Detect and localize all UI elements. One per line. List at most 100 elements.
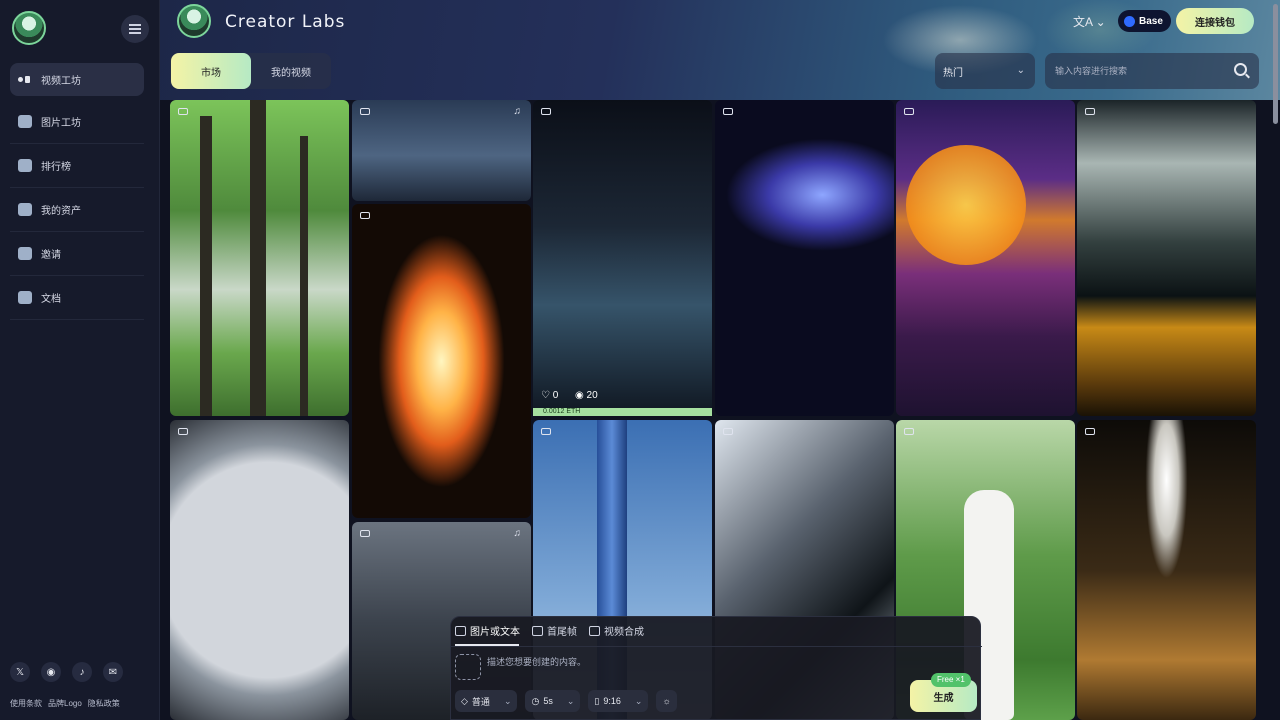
upload-image-icon[interactable] [455, 654, 481, 680]
composer-tabs: 图片或文本 首尾帧 视频合成 [455, 623, 644, 638]
main-content: Creator Labs 文A ⌄ Base 连接钱包 市场 我的视频 热门 ⌄… [160, 0, 1280, 720]
duration-select[interactable]: ◷ 5s ⌄ [525, 690, 581, 712]
media-card[interactable]: ♫ [352, 100, 531, 201]
tab-market[interactable]: 市场 [171, 53, 251, 89]
frames-icon [532, 625, 543, 636]
language-icon[interactable]: 文A ⌄ [1073, 13, 1106, 30]
video-studio-icon [18, 73, 32, 86]
video-icon [178, 108, 188, 115]
media-card[interactable] [1077, 100, 1256, 416]
image-icon [455, 625, 466, 636]
terms-link[interactable]: 使用条款 [10, 698, 42, 709]
sidebar-item-video-studio[interactable]: 视频工坊 [10, 63, 144, 96]
x-icon[interactable]: 𝕏 [10, 662, 30, 682]
idea-button[interactable]: ☼ [656, 690, 677, 712]
prompt-input[interactable] [487, 657, 867, 667]
privacy-link[interactable]: 隐私政策 [88, 698, 120, 709]
media-card[interactable] [896, 100, 1075, 416]
sidebar-item-assets[interactable]: 我的资产 [10, 188, 144, 232]
connect-wallet-button[interactable]: 连接钱包 [1176, 8, 1254, 34]
chevron-down-icon: ⌄ [503, 695, 512, 706]
sidebar-item-docs[interactable]: 文档 [10, 276, 144, 320]
card-stats: ♡ 0 ◉ 20 0.0012 ETH [533, 386, 712, 416]
sidebar-item-invite[interactable]: 邀请 [10, 232, 144, 276]
chevron-down-icon: ⌄ [566, 695, 575, 706]
music-icon: ♫ [513, 528, 522, 539]
network-label: Base [1139, 15, 1163, 27]
tree-trunk [300, 136, 308, 416]
app-title: Creator Labs [225, 12, 346, 32]
likes-count[interactable]: ♡ 0 [541, 390, 558, 401]
price-tag: 0.0012 ETH [533, 408, 712, 416]
tiktok-icon[interactable]: ♪ [72, 662, 92, 682]
video-icon [723, 108, 733, 115]
sort-value: 热门 [943, 67, 963, 79]
collapse-sidebar-button[interactable] [121, 15, 149, 43]
sidebar: 视频工坊 图片工坊 排行榜 我的资产 邀请 文档 𝕏 ◉ ♪ ✉ 使用条款 品牌… [0, 0, 160, 720]
media-card[interactable] [170, 420, 349, 720]
ratio-value: 9:16 [603, 696, 621, 706]
quality-select[interactable]: ◇ 普通 ⌄ [455, 690, 518, 712]
sidebar-item-label: 视频工坊 [41, 76, 81, 87]
prompt-composer: 图片或文本 首尾帧 视频合成 ◇普通⌄ ◷5s⌄ ▯9:16⌄ ☼ 生成 Fre… [450, 616, 982, 720]
video-icon [904, 108, 914, 115]
video-icon [541, 108, 551, 115]
composer-options: ◇ 普通 ⌄ ◷ 5s ⌄ ▯ 9:16 ⌄ ☼ [455, 690, 677, 712]
search-box [1045, 53, 1259, 89]
header: Creator Labs 文A ⌄ Base 连接钱包 [160, 0, 1280, 44]
tab-video-merge[interactable]: 视频合成 [589, 623, 644, 638]
base-logo-icon [1124, 15, 1135, 27]
media-card[interactable] [715, 100, 894, 416]
mail-icon[interactable]: ✉ [103, 662, 123, 682]
divider [451, 646, 982, 647]
app-root: 视频工坊 图片工坊 排行榜 我的资产 邀请 文档 𝕏 ◉ ♪ ✉ 使用条款 品牌… [0, 0, 1280, 720]
sidebar-item-image-studio[interactable]: 图片工坊 [10, 100, 144, 144]
footer-links: 使用条款 品牌Logo 隐私政策 [10, 698, 120, 709]
media-card[interactable] [533, 100, 712, 416]
ranking-icon [18, 159, 32, 172]
clock-icon: ◷ [531, 695, 540, 706]
video-icon [1085, 428, 1095, 435]
scrollbar[interactable] [1273, 4, 1278, 124]
tab-image-or-text[interactable]: 图片或文本 [455, 623, 520, 638]
video-icon [178, 428, 188, 435]
video-icon [1085, 108, 1095, 115]
likes-value: 0 [552, 390, 559, 401]
search-input[interactable] [1055, 66, 1225, 76]
view-tabs: 市场 我的视频 [170, 53, 331, 89]
video-icon [541, 428, 551, 435]
network-badge[interactable]: Base [1118, 10, 1171, 32]
music-icon: ♫ [513, 106, 522, 117]
tree-trunk [250, 100, 266, 416]
quality-value: 普通 [471, 696, 490, 707]
merge-icon [589, 625, 600, 636]
document-icon [18, 291, 32, 304]
sidebar-item-label: 我的资产 [41, 206, 81, 217]
ratio-icon: ▯ [594, 695, 600, 706]
tab-my-videos[interactable]: 我的视频 [251, 53, 331, 89]
video-icon [723, 428, 733, 435]
media-card[interactable] [352, 204, 531, 518]
logo-avatar[interactable] [12, 11, 46, 45]
duration-value: 5s [543, 696, 553, 706]
media-card[interactable] [170, 100, 349, 416]
menu-icon [129, 28, 141, 30]
sidebar-item-ranking[interactable]: 排行榜 [10, 144, 144, 188]
tab-first-last-frame[interactable]: 首尾帧 [532, 623, 577, 638]
discord-icon[interactable]: ◉ [41, 662, 61, 682]
chevron-down-icon: ⌄ [1016, 65, 1025, 76]
brand-logo-link[interactable]: 品牌Logo [48, 698, 82, 709]
sidebar-item-label: 排行榜 [41, 162, 71, 173]
views-value: 20 [586, 390, 598, 401]
media-card[interactable] [1077, 420, 1256, 720]
header-avatar[interactable] [177, 4, 211, 38]
tab-label: 图片或文本 [470, 627, 520, 638]
search-icon[interactable] [1234, 63, 1247, 76]
views-count: ◉ 20 [575, 390, 598, 401]
sort-select[interactable]: 热门 ⌄ [935, 53, 1035, 89]
chevron-down-icon: ⌄ [634, 695, 643, 706]
video-icon [360, 108, 370, 115]
tab-label: 视频合成 [604, 627, 644, 638]
video-icon [360, 530, 370, 537]
ratio-select[interactable]: ▯ 9:16 ⌄ [588, 690, 649, 712]
